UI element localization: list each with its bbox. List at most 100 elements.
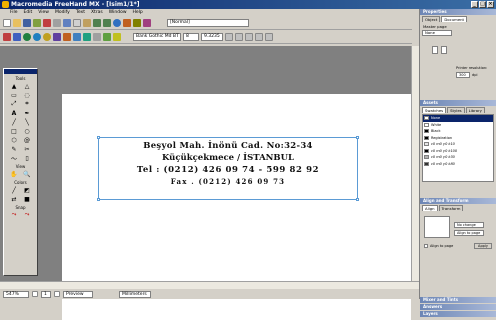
intersect-icon[interactable]: [53, 33, 61, 41]
tab-library[interactable]: Library: [465, 107, 485, 113]
swatch-item[interactable]: c0 m0 y0 k80: [423, 161, 493, 168]
address-text-block[interactable]: Beşyol Mah. İnönü Cad. No:32-34 Küçükçek…: [97, 136, 359, 201]
highlight-icon[interactable]: [113, 33, 121, 41]
selection-handle[interactable]: [356, 198, 359, 201]
lock-icon[interactable]: [93, 33, 101, 41]
flash-icon[interactable]: [123, 19, 131, 27]
mixer-panel-header[interactable]: Mixer and Tints: [420, 297, 496, 303]
tools-panel-titlebar[interactable]: [4, 69, 37, 74]
open-folder-icon[interactable]: [13, 19, 21, 27]
align-left-icon[interactable]: [245, 33, 253, 41]
stroke-color-icon[interactable]: ╱: [8, 186, 20, 194]
lasso-tool-icon[interactable]: ◌: [21, 91, 33, 99]
font-size-select[interactable]: 8: [183, 33, 199, 41]
zoom-select[interactable]: 547%: [3, 290, 29, 298]
envelope-icon[interactable]: [73, 33, 81, 41]
horizontal-scrollbar[interactable]: [0, 281, 419, 289]
align-to-select[interactable]: Align to page: [454, 230, 484, 236]
undo-icon[interactable]: [93, 19, 101, 27]
tab-align[interactable]: Align: [422, 205, 438, 211]
snap-to-guide-icon[interactable]: ⤳: [21, 211, 33, 219]
scale-tool-icon[interactable]: ⤢: [8, 100, 20, 108]
close-button[interactable]: ×: [487, 1, 494, 8]
export-icon[interactable]: [43, 19, 51, 27]
ellipse-tool-icon[interactable]: ○: [21, 127, 33, 135]
tab-document[interactable]: Document: [441, 16, 468, 22]
text-tool-icon[interactable]: A: [8, 109, 20, 117]
crop-tool-icon[interactable]: ⌗: [21, 100, 33, 108]
default-colors-icon[interactable]: ■: [21, 195, 33, 203]
align-to-page-checkbox[interactable]: Align to page: [424, 244, 453, 248]
prev-page-icon[interactable]: [32, 291, 38, 297]
paste-icon[interactable]: [83, 19, 91, 27]
view-mode-select[interactable]: Preview: [63, 290, 93, 298]
style-select[interactable]: [Normal]: [167, 19, 249, 27]
print-icon[interactable]: [53, 19, 61, 27]
tab-swatches[interactable]: Swatches: [422, 107, 447, 113]
spiral-tool-icon[interactable]: @: [21, 136, 33, 144]
menu-modify[interactable]: Modify: [55, 9, 70, 17]
effect-icon[interactable]: [83, 33, 91, 41]
line-tool-icon[interactable]: ╱: [8, 118, 20, 126]
portrait-page-icon[interactable]: [432, 46, 438, 54]
knife-tool-icon[interactable]: ✂: [21, 145, 33, 153]
rotate-icon[interactable]: [103, 33, 111, 41]
hand-tool-icon[interactable]: ✋: [8, 170, 20, 178]
tab-transform[interactable]: Transform: [438, 205, 464, 211]
leading-select[interactable]: 9.3235: [201, 33, 223, 41]
zoom-tool-icon[interactable]: 🔍: [21, 170, 33, 178]
bezigon-tool-icon[interactable]: ╲: [21, 118, 33, 126]
selection-handle[interactable]: [356, 136, 359, 139]
next-page-icon[interactable]: [54, 291, 60, 297]
freeform-tool-icon[interactable]: 〜: [8, 154, 20, 163]
page-number[interactable]: 1: [41, 290, 51, 298]
align-select[interactable]: No change: [454, 222, 484, 228]
menu-file[interactable]: File: [10, 9, 18, 17]
blend-icon[interactable]: [23, 33, 31, 41]
align-preview[interactable]: [424, 216, 450, 238]
import-icon[interactable]: [33, 19, 41, 27]
cut-icon[interactable]: [63, 19, 71, 27]
printer-resolution-select[interactable]: 300: [456, 72, 470, 78]
menu-view[interactable]: View: [38, 9, 49, 17]
eraser-tool-icon[interactable]: ▯: [21, 154, 33, 162]
pen-tool-icon[interactable]: ✒: [21, 109, 33, 117]
align-center-icon[interactable]: [255, 33, 263, 41]
landscape-page-icon[interactable]: [441, 46, 447, 54]
tab-styles[interactable]: Styles: [447, 107, 465, 113]
units-select[interactable]: Millimeters: [119, 290, 151, 298]
tab-object[interactable]: Object: [422, 16, 441, 22]
pointer-tool-icon[interactable]: ▲: [8, 82, 20, 90]
font-select[interactable]: Bank Gothic Md BT: [133, 33, 181, 41]
transform-icon[interactable]: [63, 33, 71, 41]
menu-xtras[interactable]: Xtras: [91, 9, 103, 17]
vertical-scrollbar[interactable]: [411, 46, 419, 281]
menu-window[interactable]: Window: [109, 9, 127, 17]
selection-handle[interactable]: [97, 198, 100, 201]
copy-icon[interactable]: [73, 19, 81, 27]
minimize-button[interactable]: _: [471, 1, 478, 8]
redo-icon[interactable]: [103, 19, 111, 27]
layers-icon[interactable]: [143, 19, 151, 27]
group-icon[interactable]: [13, 33, 21, 41]
selection-handle[interactable]: [97, 136, 100, 139]
answers-panel-header[interactable]: Answers: [420, 304, 496, 310]
fill-color-icon[interactable]: ◩: [21, 186, 33, 194]
apply-button[interactable]: Apply: [474, 243, 492, 249]
globe-icon[interactable]: [113, 19, 121, 27]
align-right-icon[interactable]: [265, 33, 273, 41]
menu-help[interactable]: Help: [133, 9, 143, 17]
italic-icon[interactable]: [235, 33, 243, 41]
punch-icon[interactable]: [43, 33, 51, 41]
combine-icon[interactable]: [33, 33, 41, 41]
align-icon[interactable]: [3, 33, 11, 41]
maximize-button[interactable]: □: [479, 1, 486, 8]
rectangle-tool-icon[interactable]: □: [8, 127, 20, 135]
swatch-icon[interactable]: [133, 19, 141, 27]
new-document-icon[interactable]: [3, 19, 11, 27]
polygon-tool-icon[interactable]: ⬡: [8, 136, 20, 144]
menu-edit[interactable]: Edit: [24, 9, 33, 17]
color-swap-icon[interactable]: ⇄: [8, 195, 20, 203]
save-icon[interactable]: [23, 19, 31, 27]
menu-text[interactable]: Text: [76, 9, 85, 17]
